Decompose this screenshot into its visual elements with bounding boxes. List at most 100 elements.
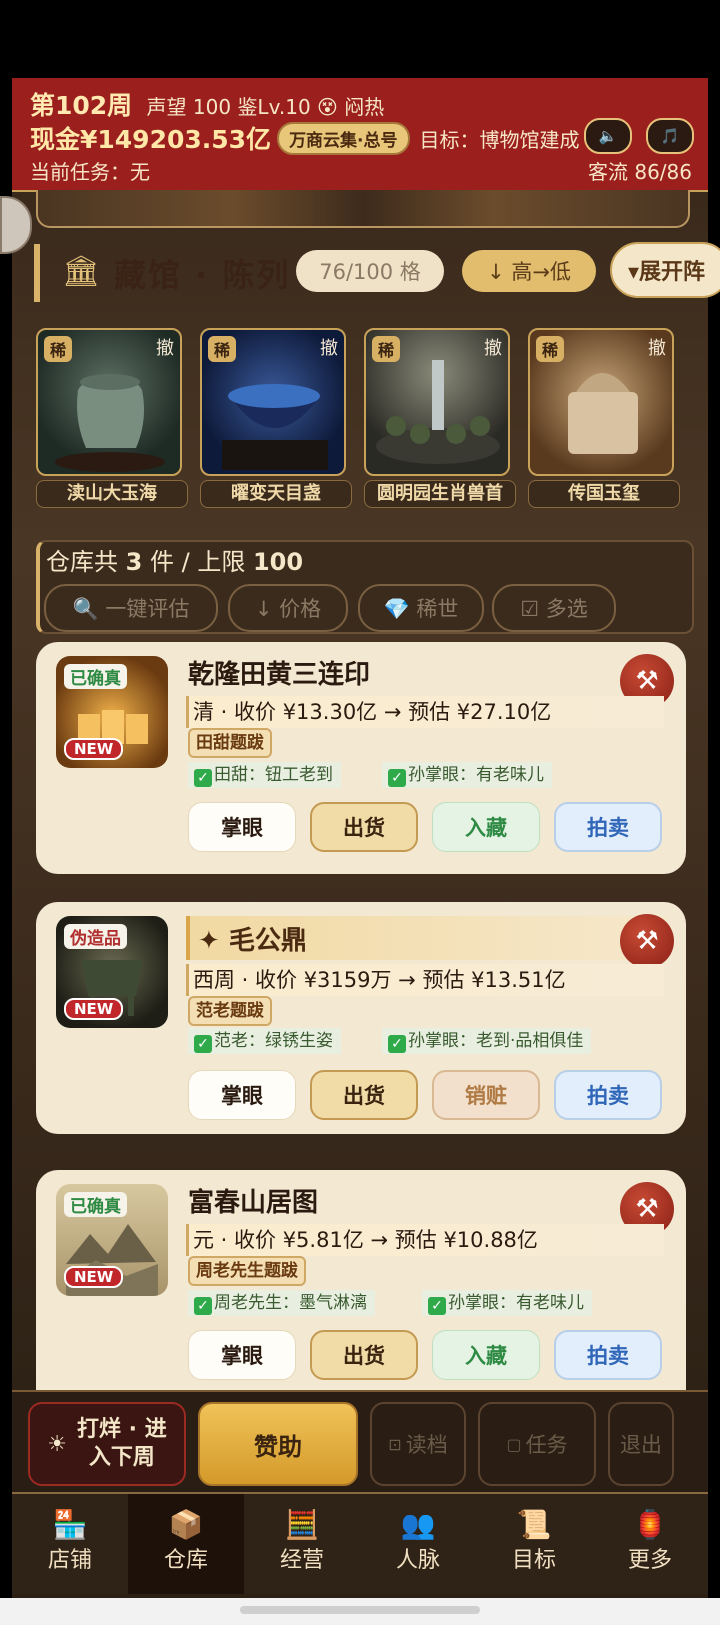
check-icon: ✓ (194, 769, 212, 787)
section-accent-bar (34, 244, 40, 302)
remove-button[interactable]: 撤 (484, 334, 502, 360)
warehouse-icon: 📦 (168, 1508, 204, 1541)
rarity-tag: 稀 (208, 336, 237, 362)
museum-icon: 🏛 (62, 254, 101, 289)
tab-warehouse[interactable]: 📦 仓库 (128, 1494, 244, 1594)
tab-label: 经营 (279, 1548, 324, 1573)
mood-label: 闷热 (344, 95, 385, 119)
exhibit-item[interactable]: 稀 撤 曜变天目盏 (200, 328, 352, 508)
expert-note: ✓ 田甜：钮工老到 (188, 762, 341, 788)
sort-price-button[interactable]: ↓ 价格 (228, 584, 348, 632)
collect-button[interactable]: 入藏 (432, 802, 540, 852)
price-line: 清 · 收价 ¥13.30亿 → 预估 ¥27.10亿 (186, 696, 664, 728)
tab-goals[interactable]: 📜 目标 (476, 1494, 592, 1594)
remove-button[interactable]: 撤 (156, 334, 174, 360)
exhibit-name: 圆明园生肖兽首 (364, 480, 516, 508)
note-text: 范老：绿锈生姿 (214, 1031, 333, 1051)
tab-label: 人脉 (395, 1548, 440, 1573)
item-thumbnail: 已确真 NEW (56, 1184, 168, 1296)
header-row-1: 第102周 声望 100 鉴Lv.10 😵 闷热 (30, 86, 384, 122)
sell-button[interactable]: 出货 (310, 802, 418, 852)
inspect-button[interactable]: 掌眼 (188, 1070, 296, 1120)
home-indicator[interactable] (240, 1606, 480, 1614)
tab-label: 仓库 (163, 1548, 208, 1573)
remove-button[interactable]: 撤 (320, 334, 338, 360)
tab-more[interactable]: 🏮 更多 (592, 1494, 708, 1594)
remove-button[interactable]: 撤 (648, 334, 666, 360)
museum-section-header: 🏛 藏馆 · 陈列 76/100 格 ↓ 高→低 ▾展开阵 (34, 240, 720, 304)
exhibit-item[interactable]: 稀 撤 渎山大玉海 (36, 328, 188, 508)
auction-button[interactable]: 拍卖 (554, 1070, 662, 1120)
item-card[interactable]: 已确真 NEW 乾隆田黄三连印 ⚒ 清 · 收价 ¥13.30亿 → 预估 ¥2… (36, 642, 686, 874)
item-thumbnail: 伪造品 NEW (56, 916, 168, 1028)
reputation-label: 声望 100 (146, 95, 232, 119)
exhibit-name: 曜变天目盏 (200, 480, 352, 508)
tab-business[interactable]: 🧮 经营 (244, 1494, 360, 1594)
expert-note: ✓ 孙掌眼：老到·品相俱佳 (382, 1028, 592, 1054)
exhibit-item[interactable]: 稀 撤 圆明园生肖兽首 (364, 328, 516, 508)
goal-label: 目标：博物馆建成 (419, 127, 580, 152)
note-text: 孙掌眼：老到·品相俱佳 (408, 1031, 584, 1051)
item-card[interactable]: 已确真 NEW 富春山居图 ⚒ 元 · 收价 ¥5.81亿 → 预估 ¥10.8… (36, 1170, 686, 1390)
warehouse-summary: 仓库共 3 件 / 上限 100 (46, 542, 303, 577)
fence-button[interactable]: 销赃 (432, 1070, 540, 1120)
new-badge: NEW (64, 1266, 124, 1288)
check-icon: ✓ (194, 1297, 212, 1315)
next-week-button[interactable]: ☀ 打烊 · 进 入下周 (28, 1402, 186, 1486)
new-badge: NEW (64, 738, 124, 760)
next-week-label: 打烊 · 进 入下周 (77, 1417, 167, 1470)
tab-contacts[interactable]: 👥 人脉 (360, 1494, 476, 1594)
tab-label: 店铺 (47, 1548, 92, 1573)
tab-label: 更多 (627, 1548, 672, 1573)
tab-label: 目标 (511, 1548, 556, 1573)
sound-toggle-button[interactable]: 🔈 (584, 118, 632, 154)
inspect-button[interactable]: 掌眼 (188, 1330, 296, 1380)
item-card[interactable]: 伪造品 NEW ✦ 毛公鼎 ⚒ 西周 · 收价 ¥3159万 → 预估 ¥13.… (36, 902, 686, 1134)
sell-button[interactable]: 出货 (310, 1070, 418, 1120)
multi-select-button[interactable]: ☑ 多选 (492, 584, 616, 632)
new-badge: NEW (64, 998, 124, 1020)
exit-button[interactable]: 退出 (608, 1402, 674, 1486)
load-save-button[interactable]: ⊡ 读档 (370, 1402, 466, 1486)
abacus-icon: 🧮 (284, 1508, 320, 1541)
hammer-icon: ⚒ (635, 1194, 659, 1224)
rare-filter-button[interactable]: 💎 稀世 (358, 584, 484, 632)
collect-button[interactable]: 入藏 (432, 1330, 540, 1380)
price-line: 元 · 收价 ¥5.81亿 → 预估 ¥10.88亿 (186, 1224, 664, 1256)
item-title: ✦ 毛公鼎 (198, 926, 307, 956)
expert-note: ✓ 孙掌眼：有老味儿 (382, 762, 552, 788)
auction-button[interactable]: 拍卖 (554, 802, 662, 852)
tab-shop[interactable]: 🏪 店铺 (12, 1494, 128, 1594)
hammer-icon: ⚒ (635, 926, 659, 956)
shop-shelf-preview (36, 190, 690, 228)
auction-button[interactable]: 拍卖 (554, 1330, 662, 1380)
sell-button[interactable]: 出货 (310, 1330, 418, 1380)
sort-button[interactable]: ↓ 高→低 (462, 250, 596, 292)
exhibit-image: 稀 撤 (364, 328, 510, 476)
note-text: 孙掌眼：有老味儿 (408, 765, 544, 785)
music-toggle-button[interactable]: 🎵 (646, 118, 694, 154)
exhibit-item[interactable]: 稀 撤 传国玉玺 (528, 328, 680, 508)
scroll-icon: 📜 (516, 1508, 552, 1541)
note-text: 周老先生：墨气淋漓 (214, 1293, 367, 1313)
expand-button[interactable]: ▾展开阵 (610, 242, 720, 298)
status-header: 第102周 声望 100 鉴Lv.10 😵 闷热 现金¥149203.53亿 万… (12, 78, 708, 192)
week-label: 第102周 (30, 91, 133, 120)
warehouse-limit: 100 (252, 548, 304, 576)
evaluate-all-button[interactable]: 🔍 一键评估 (44, 584, 218, 632)
note-text: 田甜：钮工老到 (214, 765, 333, 785)
customer-flow-label: 客流 86/86 (588, 160, 692, 184)
inspect-button[interactable]: 掌眼 (188, 802, 296, 852)
rarity-tag: 稀 (44, 336, 73, 362)
warehouse-count: 3 (125, 548, 143, 576)
check-icon: ✓ (388, 769, 406, 787)
auction-hammer-button[interactable]: ⚒ (620, 914, 674, 968)
bottom-tab-bar: 🏪 店铺 📦 仓库 🧮 经营 👥 人脉 📜 目标 🏮 更多 (12, 1492, 708, 1594)
sponsor-button[interactable]: 赞助 (198, 1402, 358, 1486)
authentic-badge: 已确真 (64, 1192, 127, 1217)
account-badge[interactable]: 万商云集·总号 (277, 121, 410, 155)
action-bar: ☀ 打烊 · 进 入下周 赞助 ⊡ 读档 ▢ 任务 退出 (12, 1390, 708, 1494)
task-button[interactable]: ▢ 任务 (478, 1402, 596, 1486)
cash-label: 现金¥149203.53亿 (30, 125, 272, 154)
level-label: 鉴Lv.10 (237, 95, 311, 119)
